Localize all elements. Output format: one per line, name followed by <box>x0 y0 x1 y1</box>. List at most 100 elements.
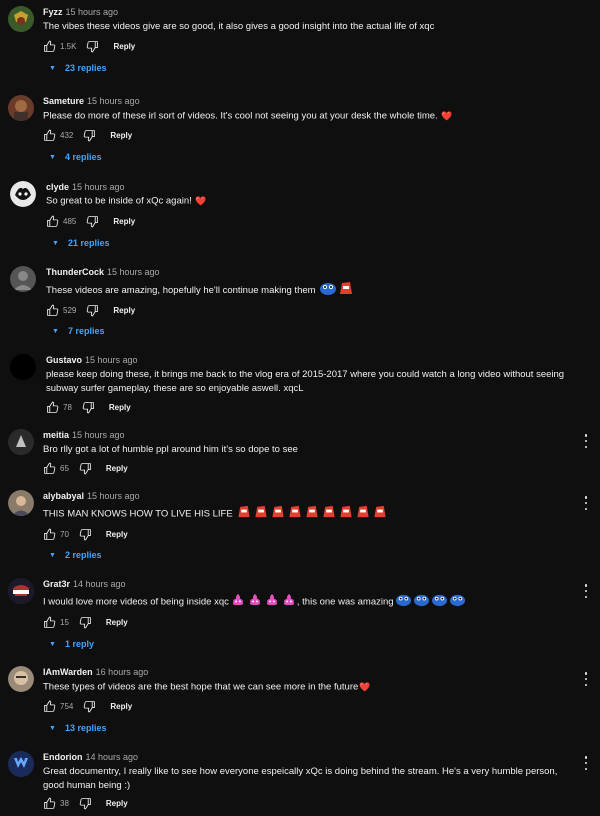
like-icon[interactable] <box>43 40 56 53</box>
like-icon[interactable] <box>46 304 59 317</box>
comment-author[interactable]: Sameture <box>43 96 84 106</box>
chevron-down-icon: ▼ <box>49 724 56 732</box>
like-icon[interactable] <box>43 129 56 142</box>
comment-timestamp[interactable]: 15 hours ago <box>87 491 140 501</box>
custom-emoji <box>281 592 297 612</box>
avatar[interactable] <box>8 6 34 32</box>
avatar[interactable] <box>8 751 34 777</box>
reply-button[interactable]: Reply <box>109 403 131 412</box>
dislike-icon[interactable] <box>79 797 92 810</box>
avatar[interactable] <box>8 578 34 604</box>
like-count: 485 <box>63 216 77 226</box>
like-icon[interactable] <box>43 528 56 541</box>
chevron-down-icon: ▼ <box>49 153 56 161</box>
reply-button[interactable]: Reply <box>110 702 132 711</box>
comment-author[interactable]: clyde <box>46 182 69 192</box>
custom-emoji <box>355 504 371 524</box>
comment-text: These types of videos are the best hope … <box>43 681 371 693</box>
avatar[interactable] <box>10 181 36 207</box>
custom-emoji <box>247 592 263 612</box>
comment-text: Bro rlly got a lot of humble ppl around … <box>43 444 298 455</box>
more-options-icon[interactable] <box>584 496 588 510</box>
comment-timestamp[interactable]: 14 hours ago <box>86 752 139 762</box>
comment-timestamp[interactable]: 15 hours ago <box>66 7 119 17</box>
like-count: 70 <box>60 529 69 539</box>
comment-timestamp[interactable]: 15 hours ago <box>87 96 140 106</box>
avatar[interactable] <box>8 429 34 455</box>
more-options-icon[interactable] <box>584 434 588 448</box>
comment-author[interactable]: IAmWarden <box>43 667 93 677</box>
comment-text: These videos are amazing, hopefully he'l… <box>46 280 586 301</box>
view-replies-button[interactable]: ▼ 7 replies <box>52 326 104 336</box>
like-icon[interactable] <box>43 700 56 713</box>
avatar[interactable] <box>8 95 34 121</box>
avatar[interactable] <box>10 354 36 380</box>
reply-button[interactable]: Reply <box>106 464 128 473</box>
avatar[interactable] <box>8 666 34 692</box>
view-replies-button[interactable]: ▼ 2 replies <box>49 550 101 560</box>
like-icon[interactable] <box>43 616 56 629</box>
comment-author[interactable]: alybabyal <box>43 491 84 501</box>
more-options-icon[interactable] <box>584 756 588 770</box>
view-replies-button[interactable]: ▼ 13 replies <box>49 723 106 733</box>
custom-emoji-row <box>394 594 466 608</box>
more-options-icon[interactable] <box>584 584 588 598</box>
comment-author[interactable]: ThunderCock <box>46 267 104 277</box>
view-replies-button[interactable]: ▼ 1 reply <box>49 639 94 649</box>
comment-text: So great to be inside of xQc again! ❤️ <box>46 195 207 207</box>
dislike-icon[interactable] <box>82 401 95 414</box>
reply-button[interactable]: Reply <box>113 306 135 315</box>
like-icon[interactable] <box>43 462 56 475</box>
dislike-icon[interactable] <box>86 304 99 317</box>
like-icon[interactable] <box>46 215 59 228</box>
comment-timestamp[interactable]: 15 hours ago <box>85 355 138 365</box>
like-count: 15 <box>60 617 69 627</box>
avatar[interactable] <box>8 490 34 516</box>
comment-timestamp[interactable]: 15 hours ago <box>107 267 160 277</box>
reply-button[interactable]: Reply <box>106 799 128 808</box>
comment-author[interactable]: Grat3r <box>43 579 70 589</box>
like-icon[interactable] <box>46 401 59 414</box>
dislike-icon[interactable] <box>83 700 96 713</box>
view-replies-button[interactable]: ▼ 4 replies <box>49 152 101 162</box>
like-count: 38 <box>60 798 69 808</box>
view-replies-button[interactable]: ▼ 23 replies <box>49 63 106 73</box>
dislike-icon[interactable] <box>79 616 92 629</box>
more-options-icon[interactable] <box>584 672 588 686</box>
chevron-down-icon: ▼ <box>49 551 56 559</box>
custom-emoji <box>372 504 388 524</box>
comment-author[interactable]: meitia <box>43 430 69 440</box>
comment-text: I would love more videos of being inside… <box>43 592 583 612</box>
comment-timestamp[interactable]: 14 hours ago <box>73 579 126 589</box>
custom-emoji <box>253 504 269 524</box>
custom-emoji <box>236 504 252 524</box>
dislike-icon[interactable] <box>86 215 99 228</box>
comment-timestamp[interactable]: 15 hours ago <box>72 430 125 440</box>
comment-text: Great documentry, I really like to see h… <box>43 766 558 791</box>
avatar[interactable] <box>10 266 36 292</box>
dislike-icon[interactable] <box>86 40 99 53</box>
like-count: 529 <box>63 305 77 315</box>
custom-emoji <box>431 592 448 612</box>
comment-timestamp[interactable]: 15 hours ago <box>72 182 125 192</box>
view-replies-button[interactable]: ▼ 21 replies <box>52 238 109 248</box>
comment-text: please keep doing these, it brings me ba… <box>46 369 565 394</box>
custom-emoji <box>270 504 286 524</box>
reply-button[interactable]: Reply <box>106 618 128 627</box>
like-icon[interactable] <box>43 797 56 810</box>
reply-button[interactable]: Reply <box>110 131 132 140</box>
dislike-icon[interactable] <box>79 528 92 541</box>
custom-emoji-row <box>235 505 388 520</box>
reply-button[interactable]: Reply <box>113 217 135 226</box>
custom-emoji <box>395 592 412 612</box>
dislike-icon[interactable] <box>83 129 96 142</box>
comment-author[interactable]: Fyzz <box>43 7 63 17</box>
reply-button[interactable]: Reply <box>106 530 128 539</box>
reply-button[interactable]: Reply <box>113 42 135 51</box>
comment-author[interactable]: Endorion <box>43 752 83 762</box>
custom-emoji <box>413 592 430 612</box>
comment-author[interactable]: Gustavo <box>46 355 82 365</box>
dislike-icon[interactable] <box>79 462 92 475</box>
comment-timestamp[interactable]: 16 hours ago <box>96 667 149 677</box>
custom-emoji <box>449 592 466 612</box>
